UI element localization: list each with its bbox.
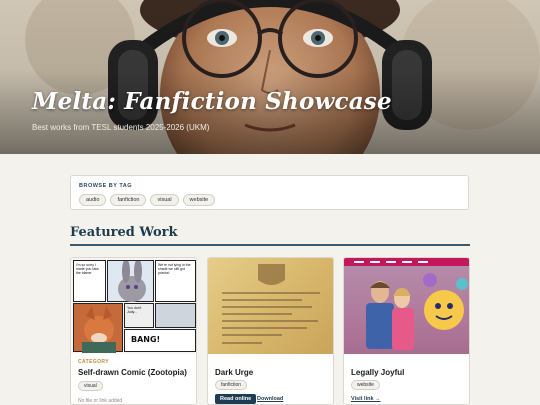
tag-audio[interactable]: audio	[79, 194, 107, 206]
section-divider	[70, 244, 470, 246]
browse-by-tag-panel: BROWSE BY TAG audio fanfiction visual we…	[70, 175, 469, 210]
comic-panel: I'm so sorry I made you take the blame.	[73, 260, 106, 302]
comic-panel	[107, 259, 154, 302]
document-thumbnail[interactable]	[208, 258, 333, 354]
browse-label: BROWSE BY TAG	[79, 183, 133, 189]
page-title: Melta: Fanfiction Showcase	[32, 88, 392, 115]
tag-website[interactable]: website	[182, 194, 216, 206]
comic-speech: You don't Judy...	[127, 306, 142, 314]
card-title[interactable]: Legally Joyful	[351, 368, 404, 377]
card-title[interactable]: Dark Urge	[215, 368, 253, 377]
work-card-legally-joyful[interactable]: Legally Joyful website Visit link →	[343, 257, 470, 405]
comic-panel: You don't Judy...	[124, 303, 154, 328]
comic-panel	[155, 303, 196, 328]
card-tag[interactable]: visual	[78, 381, 103, 391]
website-thumbnail[interactable]	[344, 258, 469, 354]
work-card-dark-urge[interactable]: Dark Urge fanfiction Read online Downloa…	[207, 257, 334, 405]
card-tag[interactable]: fanfiction	[215, 380, 248, 390]
page-subtitle: Best works from TESL students 2025-2026 …	[32, 123, 210, 132]
work-card-comic[interactable]: I'm so sorry I made you take the blame. …	[70, 257, 197, 405]
comic-speech: We're not lying in the shade we still go…	[158, 263, 191, 275]
card-title[interactable]: Self-drawn Comic (Zootopia)	[78, 368, 187, 377]
card-note: No file or link added	[78, 398, 123, 404]
tag-visual[interactable]: visual	[150, 194, 179, 206]
comic-sfx: BANG!	[131, 335, 161, 344]
visit-link[interactable]: Visit link →	[351, 396, 381, 402]
comic-thumbnail[interactable]: I'm so sorry I made you take the blame. …	[71, 258, 196, 354]
parchment-image	[222, 264, 320, 344]
card-tag[interactable]: website	[351, 380, 380, 390]
download-link[interactable]: Download	[257, 396, 283, 402]
tag-fanfiction[interactable]: fanfiction	[110, 194, 147, 206]
fox-figure	[82, 306, 116, 353]
comic-panel: BANG!	[124, 329, 196, 352]
comic-panel	[73, 303, 123, 353]
website-preview-image	[344, 258, 469, 354]
read-online-button[interactable]: Read online	[215, 394, 257, 404]
comic-panel: We're not lying in the shade we still go…	[155, 260, 196, 302]
hero-banner: Melta: Fanfiction Showcase Best works fr…	[0, 0, 540, 154]
tag-list: audio fanfiction visual website	[79, 194, 216, 206]
card-category: CATEGORY	[78, 359, 109, 365]
comic-speech: I'm so sorry I made you take the blame.	[76, 263, 99, 275]
featured-heading: Featured Work	[70, 225, 178, 240]
rabbit-figure	[118, 259, 146, 302]
